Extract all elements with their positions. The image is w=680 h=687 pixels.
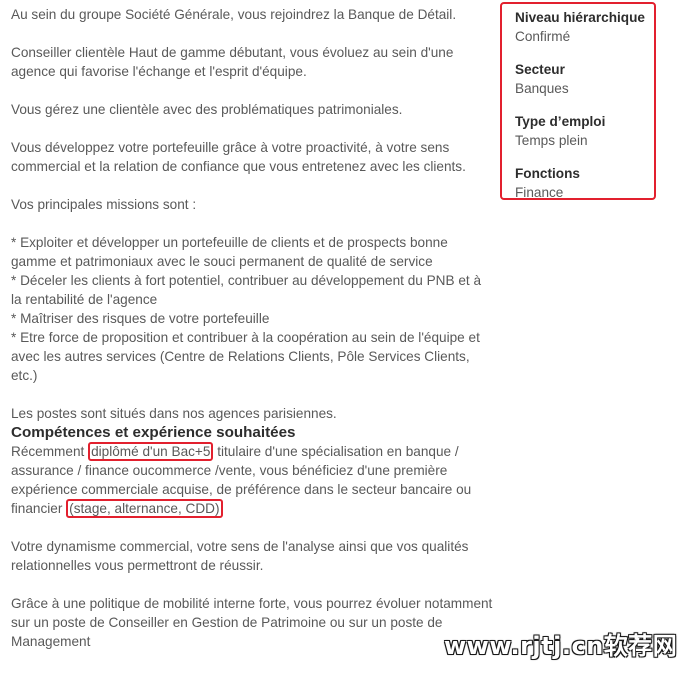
intro-paragraph: Conseiller clientèle Haut de gamme début… xyxy=(11,45,454,79)
level-label: Niveau hiérarchique xyxy=(515,10,645,25)
missions-intro: Vos principales missions sont : xyxy=(11,197,197,212)
intro-paragraph: Au sein du groupe Société Générale, vous… xyxy=(11,7,457,22)
functions-label: Fonctions xyxy=(515,166,580,181)
competences-text: Récemment xyxy=(11,444,85,459)
functions-value: Finance xyxy=(515,185,564,200)
degree-highlight: diplômé d'un Bac+5 xyxy=(88,442,214,461)
mobility-paragraph: Grâce à une politique de mobilité intern… xyxy=(11,596,493,649)
employment-type-value: Temps plein xyxy=(515,133,588,148)
location-paragraph: Les postes sont situés dans nos agences … xyxy=(11,406,337,421)
job-description: Au sein du groupe Société Générale, vous… xyxy=(11,5,495,651)
mission-item: * Déceler les clients à fort potentiel, … xyxy=(11,273,482,307)
level-value: Confirmé xyxy=(515,29,571,44)
competences-heading: Compétences et expérience souhaitées xyxy=(11,424,296,441)
employment-type-label: Type d’emploi xyxy=(515,114,606,129)
watermark: www.rjtj.cn软荐网 xyxy=(444,632,678,660)
sector-label: Secteur xyxy=(515,62,565,77)
experience-highlight: (stage, alternance, CDD) xyxy=(66,499,223,518)
intro-paragraph: Vous développez votre portefeuille grâce… xyxy=(11,140,466,174)
competences-paragraph: Récemment diplômé d'un Bac+5 titulaire d… xyxy=(11,442,495,518)
intro-paragraph: Vous gérez une clientèle avec des problé… xyxy=(11,102,403,117)
missions-list: * Exploiter et développer un portefeuill… xyxy=(11,233,495,385)
sector-value: Banques xyxy=(515,81,569,96)
skills-paragraph: Votre dynamisme commercial, votre sens d… xyxy=(11,539,469,573)
mission-item: * Exploiter et développer un portefeuill… xyxy=(11,235,448,269)
mission-item: * Maîtriser des risques de votre portefe… xyxy=(11,311,270,326)
mission-item: * Etre force de proposition et contribue… xyxy=(11,330,480,383)
job-criteria-panel: Niveau hiérarchique Confirmé Secteur Ban… xyxy=(500,2,656,200)
